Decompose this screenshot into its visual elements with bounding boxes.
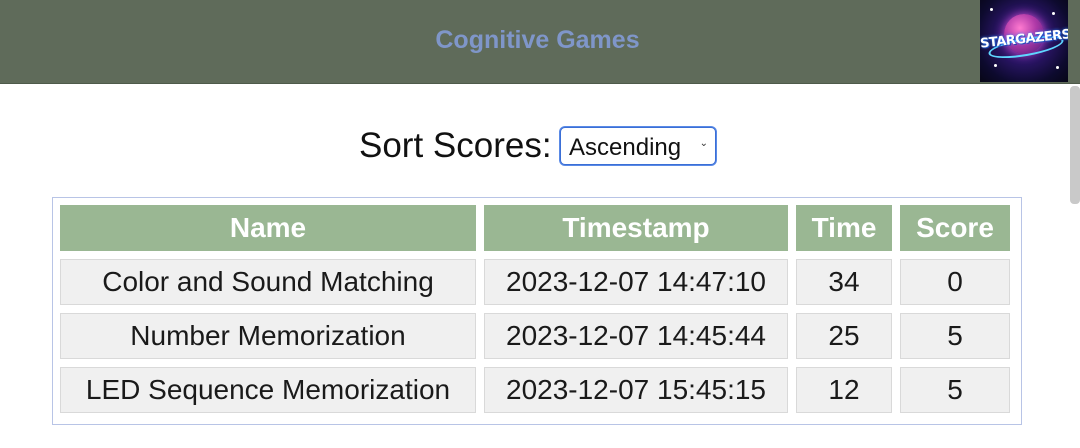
table-row: Number Memorization 2023-12-07 14:45:44 …: [60, 313, 1010, 359]
cell-name: Number Memorization: [60, 313, 476, 359]
table-header-row: Name Timestamp Time Score: [60, 205, 1010, 251]
cell-score: 5: [900, 313, 1010, 359]
column-header-name[interactable]: Name: [60, 205, 476, 251]
column-header-timestamp[interactable]: Timestamp: [484, 205, 788, 251]
stargazers-logo[interactable]: STARGAZERS: [980, 0, 1068, 82]
column-header-score[interactable]: Score: [900, 205, 1010, 251]
sort-order-select[interactable]: Ascending ⌄: [560, 127, 717, 165]
page-title: Cognitive Games: [435, 26, 640, 54]
column-header-time[interactable]: Time: [796, 205, 892, 251]
app-header: Cognitive Games STARGAZERS: [0, 0, 1080, 84]
cell-name: Color and Sound Matching: [60, 259, 476, 305]
chevron-down-icon: ⌄: [699, 138, 709, 149]
cell-time: 25: [796, 313, 892, 359]
cell-time: 12: [796, 367, 892, 413]
table-row: Color and Sound Matching 2023-12-07 14:4…: [60, 259, 1010, 305]
cell-timestamp: 2023-12-07 14:45:44: [484, 313, 788, 359]
scores-table-container: Name Timestamp Time Score Color and Soun…: [52, 197, 1022, 425]
cell-time: 34: [796, 259, 892, 305]
sort-scores-label: Sort Scores:: [358, 126, 552, 165]
table-row: LED Sequence Memorization 2023-12-07 15:…: [60, 367, 1010, 413]
cell-score: 5: [900, 367, 1010, 413]
sort-order-value: Ascending: [569, 134, 682, 161]
sort-control: Sort Scores: Ascending ⌄: [0, 126, 1075, 166]
cell-score: 0: [900, 259, 1010, 305]
cell-name: LED Sequence Memorization: [60, 367, 476, 413]
cell-timestamp: 2023-12-07 14:47:10: [484, 259, 788, 305]
scores-table: Name Timestamp Time Score Color and Soun…: [52, 197, 1018, 421]
cell-timestamp: 2023-12-07 15:45:15: [484, 367, 788, 413]
